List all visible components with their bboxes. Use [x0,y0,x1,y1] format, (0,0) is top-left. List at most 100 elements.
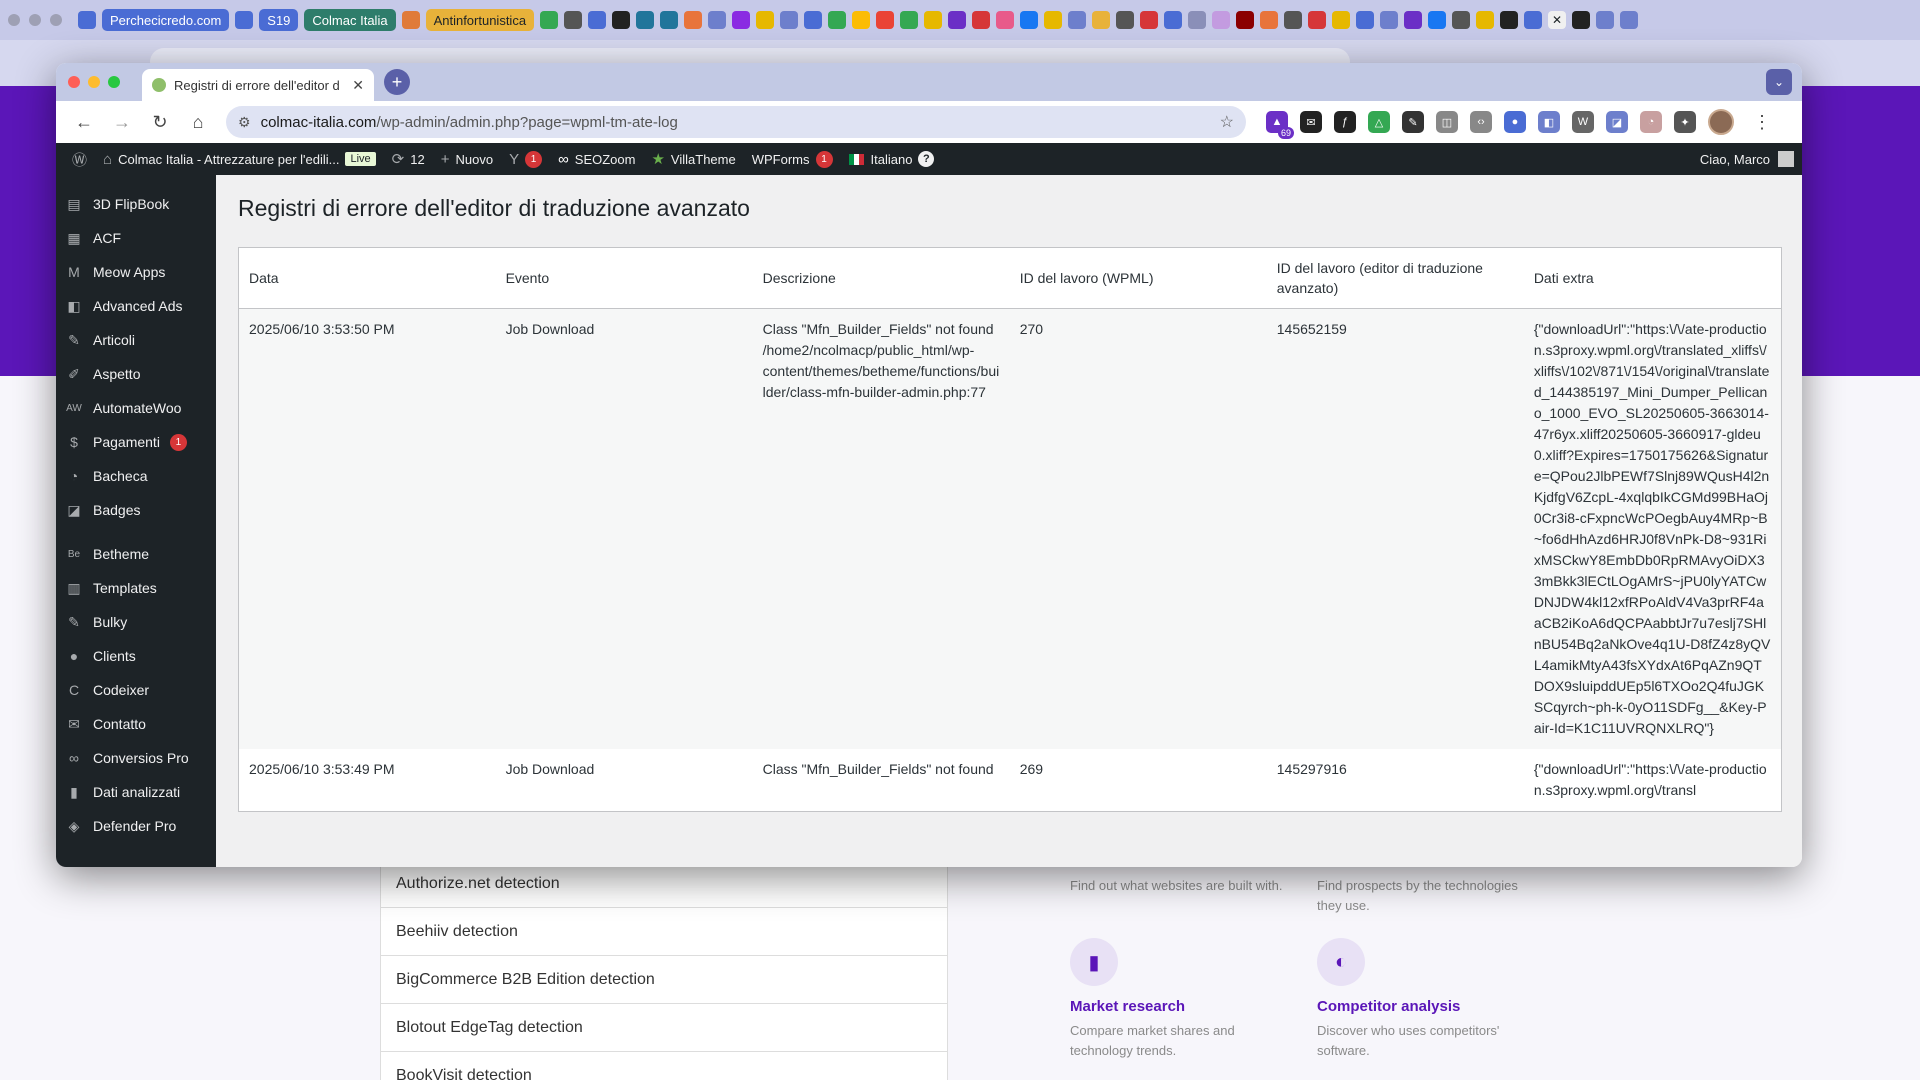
back-arrow-icon[interactable]: ← [68,106,100,138]
puzzle-icon[interactable]: ✦ [1674,111,1696,133]
background-tab-favicon[interactable] [78,11,96,29]
column-header-description[interactable]: Descrizione [752,247,1010,310]
background-tab-s19[interactable]: S19 [259,9,299,31]
wp-admin-bar: Ⓦ ⌂ Colmac Italia - Attrezzature per l'ed… [56,143,1802,175]
sidebar-item-3d-flipbook[interactable]: ▤ 3D FlipBook [56,187,216,221]
kebab-menu-icon[interactable]: ⋮ [1746,106,1778,138]
background-tab-bar: Perchecicredo.com S19 Colmac Italia Anti… [0,0,1920,40]
active-tab[interactable]: Registri di errore dell'editor d ✕ [142,69,374,101]
sidebar-item-label: Conversios Pro [93,750,189,766]
extension-icon[interactable]: ◧ [1538,111,1560,133]
code-icon[interactable]: ‹› [1470,111,1492,133]
background-tab-antinfortunistica[interactable]: Antinfortunistica [425,9,535,31]
list-item[interactable]: BigCommerce B2B Edition detection [380,956,948,1004]
column-header-event[interactable]: Evento [495,247,753,310]
sidebar-item-bacheca[interactable]: ◔ Bacheca [56,459,216,493]
extension-icon[interactable]: ◪ [1606,111,1628,133]
list-item[interactable]: Blotout EdgeTag detection [380,1004,948,1052]
feature-market-research[interactable]: ▮ Market research Compare market shares … [1070,938,1290,1060]
maximize-window-button[interactable] [108,76,120,88]
feature-competitor-analysis[interactable]: ◐ Competitor analysis Discover who uses … [1317,938,1537,1060]
sidebar-item-badges[interactable]: ◪ Badges [56,493,216,527]
sidebar-item-codeixer[interactable]: C Codeixer [56,673,216,707]
column-header-wpml-job-id[interactable]: ID del lavoro (WPML) [1009,247,1267,310]
background-tab-perchecicredo[interactable]: Perchecicredo.com [102,9,230,31]
wpml-favicon-icon [152,78,166,92]
sidebar-item-label: Pagamenti [93,434,160,450]
villatheme-link[interactable]: ★ VillaTheme [643,143,743,175]
sidebar-item-defender-pro[interactable]: ◈ Defender Pro [56,809,216,843]
sidebar-item-automatewoo[interactable]: AW AutomateWoo [56,391,216,425]
feature-desc: Find out what websites are built with. [1070,878,1283,893]
sidebar-item-articoli[interactable]: ✎ Articoli [56,323,216,357]
column-header-date[interactable]: Data [238,247,496,310]
forward-arrow-icon[interactable]: → [106,106,138,138]
close-tab-icon[interactable]: ✕ [352,77,364,94]
infinity-icon: ∞ [69,750,79,766]
bookmark-star-icon[interactable]: ☆ [1220,112,1234,132]
background-tab-favicon[interactable] [235,11,254,29]
sidebar-item-dati-analizzati[interactable]: ▮ Dati analizzati [56,775,216,809]
site-name-link[interactable]: ⌂ Colmac Italia - Attrezzature per l'edil… [95,143,384,175]
wpforms-link[interactable]: WPForms 1 [744,143,841,175]
tab-search-chevron-icon[interactable]: ⌄ [1766,69,1792,95]
cell-description: Class "Mfn_Builder_Fields" not found /ho… [752,308,1010,750]
sidebar-item-label: Clients [93,648,136,664]
sidebar-item-advanced-ads[interactable]: ◧ Advanced Ads [56,289,216,323]
language-switcher[interactable]: Italiano? [841,143,943,175]
extension-icon[interactable]: ✉ [1300,111,1322,133]
sidebar-item-pagamenti[interactable]: $ Pagamenti 1 [56,425,216,459]
home-icon[interactable]: ⌂ [182,106,214,138]
close-window-button[interactable] [68,76,80,88]
reload-icon[interactable]: ↻ [144,106,176,138]
wpforms-count: 1 [815,150,833,168]
sidebar-item-conversios-pro[interactable]: ∞ Conversios Pro [56,741,216,775]
eyedropper-icon[interactable]: ✎ [1402,111,1424,133]
cell-date: 2025/06/10 3:53:49 PM [249,761,395,778]
help-icon[interactable]: ? [918,151,935,167]
background-tab-colmac[interactable]: Colmac Italia [304,9,396,31]
extension-icon[interactable]: ◫ [1436,111,1458,133]
seozoom-link[interactable]: ∞ SEOZoom [550,143,643,175]
extension-icon[interactable]: ƒ [1334,111,1356,133]
cell-wpml-job-id: 270 [1009,308,1267,750]
url-text[interactable]: colmac-italia.com/wp-admin/admin.php?pag… [261,114,1210,131]
user-account-menu[interactable]: Ciao, Marco [1700,143,1794,175]
sidebar-item-bulky[interactable]: ✎ Bulky [56,605,216,639]
minimize-window-button[interactable] [88,76,100,88]
new-content-link[interactable]: + Nuovo [433,143,501,175]
sidebar-item-contatto[interactable]: ✉ Contatto [56,707,216,741]
address-bar[interactable]: ⚙ colmac-italia.com/wp-admin/admin.php?p… [226,106,1246,138]
sidebar-item-betheme[interactable]: Be Betheme [56,537,216,571]
list-item[interactable]: Beehiiv detection [380,908,948,956]
yoast-link[interactable]: Y1 [501,143,550,175]
sidebar-item-acf[interactable]: ▦ ACF [56,221,216,255]
extension-icon[interactable]: ◔ [1640,111,1662,133]
extension-icon[interactable]: ▲ 69 [1266,111,1294,139]
drive-icon[interactable]: △ [1368,111,1390,133]
sidebar-item-label: Advanced Ads [93,298,183,314]
wordpress-logo-icon[interactable]: Ⓦ [64,143,95,175]
background-active-tab-close-icon[interactable]: ✕ [1548,11,1567,29]
admin-sidebar: ▤ 3D FlipBook ▦ ACF M Meow Apps ◧ Advanced Ads ✎… [56,175,216,867]
error-log-table: Data Evento Descrizione ID del lavoro (W… [238,246,1782,813]
list-item[interactable]: BookVisit detection [380,1052,948,1080]
extension-icon[interactable]: ● [1504,111,1526,133]
cell-wpml-job-id: 269 [1019,761,1044,778]
column-header-extra-data[interactable]: Dati extra [1523,247,1782,310]
sidebar-item-templates[interactable]: ▥ Templates [56,571,216,605]
sidebar-item-aspetto[interactable]: ✐ Aspetto [56,357,216,391]
sidebar-item-meow-apps[interactable]: M Meow Apps [56,255,216,289]
updates-link[interactable]: ⟳ 12 [384,143,433,175]
cell-event: Job Download [495,308,753,750]
chart-icon: ▮ [70,783,78,800]
column-header-ate-job-id[interactable]: ID del lavoro (editor di traduzione avan… [1266,247,1524,310]
sidebar-item-clients[interactable]: ● Clients [56,639,216,673]
wordpress-icon[interactable]: W [1572,111,1594,133]
profile-avatar[interactable] [1708,109,1734,135]
list-item[interactable]: Authorize.net detection [380,860,948,908]
new-tab-button[interactable]: + [384,69,410,95]
infinity-icon: ∞ [558,150,569,168]
site-settings-icon[interactable]: ⚙ [238,114,251,131]
background-tab-favicon[interactable] [401,11,420,29]
